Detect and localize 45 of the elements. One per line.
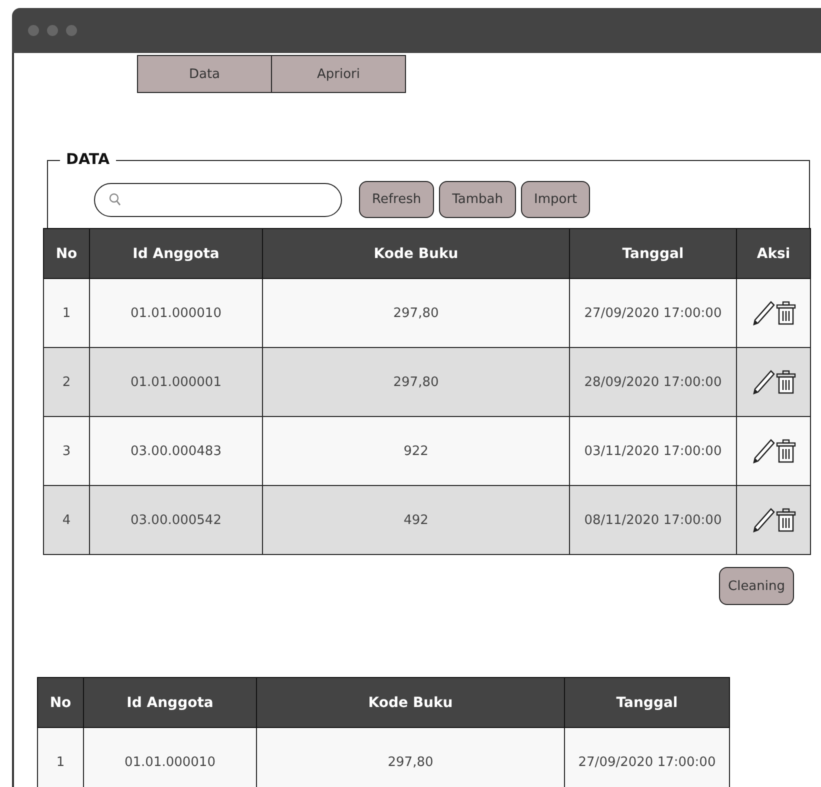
table-cell: 4 <box>44 486 90 554</box>
column-header: No <box>44 228 90 278</box>
cleaning-button[interactable]: Cleaning <box>719 567 794 605</box>
table-cell: 03.00.000542 <box>90 486 262 554</box>
column-header: Kode Buku <box>262 228 570 278</box>
column-header: Id Anggota <box>84 678 256 728</box>
toolbar-button[interactable]: Tambah <box>439 181 516 218</box>
column-header: Aksi <box>736 228 810 278</box>
toolbar-button[interactable]: Refresh <box>359 181 434 218</box>
table-cell: 922 <box>262 416 570 486</box>
table-cell: 27/09/2020 17:00:00 <box>564 728 730 787</box>
table-cell: 1 <box>38 728 84 787</box>
table-cell: 01.01.000010 <box>84 728 256 787</box>
table-cell: 28/09/2020 17:00:00 <box>570 348 736 416</box>
table-cell: 03/11/2020 17:00:00 <box>570 416 736 486</box>
table-cell: 01.01.000010 <box>90 278 262 348</box>
table-cell: 01.01.000001 <box>90 348 262 416</box>
table-cell: 1 <box>44 278 90 348</box>
column-header: Tanggal <box>570 228 736 278</box>
table-cell: 297,80 <box>256 728 564 787</box>
pencil-icon[interactable] <box>752 507 776 533</box>
pencil-icon[interactable] <box>752 438 776 464</box>
column-header: No <box>38 678 84 728</box>
table-cell: 2 <box>44 348 90 416</box>
tab[interactable]: Data <box>137 55 272 93</box>
table-cell: 297,80 <box>262 348 570 416</box>
table-cell: 27/09/2020 17:00:00 <box>570 278 736 348</box>
toolbar-button[interactable]: Import <box>520 181 590 218</box>
column-header: Kode Buku <box>256 678 564 728</box>
table-cell: 3 <box>44 416 90 486</box>
trash-icon[interactable] <box>776 370 796 394</box>
search-icon <box>109 193 121 206</box>
column-header: Tanggal <box>564 678 730 728</box>
trash-icon[interactable] <box>776 439 796 463</box>
pencil-icon[interactable] <box>752 300 776 326</box>
trash-icon[interactable] <box>776 508 796 532</box>
table-cell: 08/11/2020 17:00:00 <box>570 486 736 554</box>
table-cell: 03.00.000483 <box>90 416 262 486</box>
pencil-icon[interactable] <box>752 369 776 395</box>
search-field[interactable] <box>94 182 342 216</box>
trash-icon[interactable] <box>776 301 796 325</box>
table-cell: 492 <box>262 486 570 554</box>
table-cell: 297,80 <box>262 278 570 348</box>
column-header: Id Anggota <box>90 228 262 278</box>
tab[interactable]: Apriori <box>271 55 406 93</box>
